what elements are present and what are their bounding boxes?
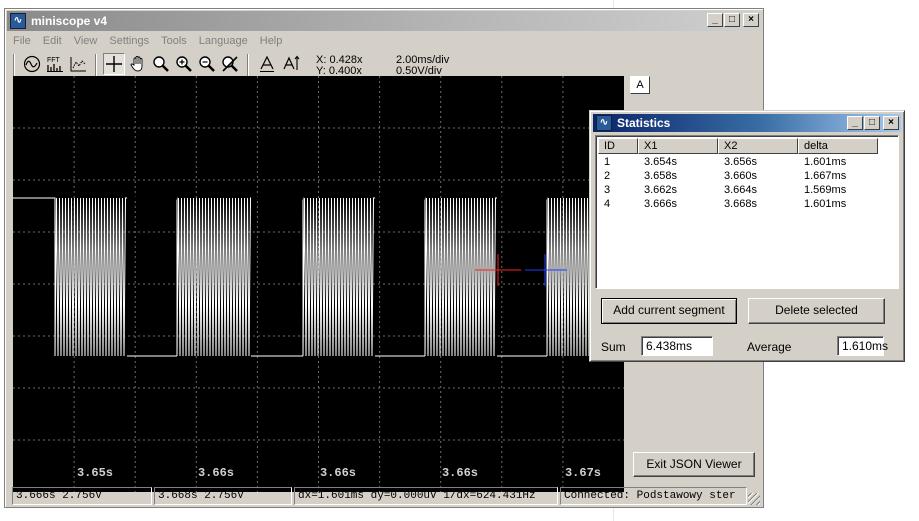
- statistics-title: Statistics: [617, 116, 671, 130]
- menu-file[interactable]: File: [7, 32, 37, 50]
- channel-a-tab[interactable]: A: [630, 76, 650, 94]
- crosshair-cursor-icon[interactable]: [103, 53, 125, 75]
- zoom-in-icon[interactable]: [173, 53, 195, 75]
- time-axis-label: 3.66s: [198, 466, 234, 480]
- time-axis-labels: 3.65s 3.66s 3.66s 3.66s 3.67s: [77, 466, 601, 480]
- list-item[interactable]: 4 3.666s 3.668s 1.601ms: [598, 197, 878, 211]
- sum-label: Sum: [601, 340, 626, 354]
- row-x1: 3.654s: [644, 156, 678, 168]
- add-current-segment-button[interactable]: Add current segment: [601, 298, 737, 324]
- xy-plot-icon[interactable]: [67, 53, 89, 75]
- minimize-button[interactable]: _: [707, 13, 723, 27]
- column-x2[interactable]: X2: [718, 138, 798, 154]
- menu-edit[interactable]: Edit: [37, 32, 68, 50]
- row-delta: 1.601ms: [804, 156, 847, 168]
- column-id[interactable]: ID: [598, 138, 638, 154]
- row-id: 2: [604, 170, 611, 182]
- average-label: Average: [747, 340, 792, 354]
- hand-pan-icon[interactable]: [127, 53, 149, 75]
- statistics-app-icon: ∿: [596, 115, 612, 131]
- menu-settings[interactable]: Settings: [103, 32, 155, 50]
- list-rows: 1 3.654s 3.656s 1.601ms 2 3.658s 3.660s 1.667ms…: [598, 155, 878, 211]
- status-delta: dx=1.601ms dy=0.000uV 1/dx=624.431Hz: [294, 487, 558, 505]
- oscilloscope-icon[interactable]: [21, 53, 43, 75]
- list-item[interactable]: 2 3.658s 3.660s 1.667ms: [598, 169, 878, 183]
- delete-selected-button[interactable]: Delete selected: [748, 298, 885, 324]
- row-id: 4: [604, 198, 611, 210]
- row-x2: 3.664s: [724, 184, 758, 196]
- fft-label: FFT: [47, 57, 61, 64]
- menu-language[interactable]: Language: [193, 32, 254, 50]
- list-item[interactable]: 3 3.662s 3.664s 1.569ms: [598, 183, 878, 197]
- time-axis-label: 3.67s: [565, 466, 601, 480]
- toolbar: FFT X: 0.428x Y: 0.400x 2.00ms/div 0.50V…: [7, 51, 761, 79]
- scope-canvas: 3.65s 3.66s 3.66s 3.66s 3.67s: [13, 76, 624, 492]
- status-cursor2: 3.668s 2.756V: [154, 487, 292, 505]
- statistics-maximize-button[interactable]: □: [864, 116, 880, 130]
- main-title-bar[interactable]: ∿ miniscope v4 _ □ ×: [7, 11, 761, 31]
- statistics-window: ∿ Statistics _ □ × ID X1 X2 delta 1 3.654…: [589, 110, 905, 362]
- scope-display[interactable]: 3.65s 3.66s 3.66s 3.66s 3.67s: [13, 76, 624, 492]
- exit-json-viewer-button[interactable]: Exit JSON Viewer: [633, 452, 755, 477]
- status-cursor1: 3.666s 2.756V: [12, 487, 152, 505]
- toolbar-separator: [95, 54, 97, 76]
- menu-tools[interactable]: Tools: [155, 32, 193, 50]
- column-delta[interactable]: delta: [798, 138, 878, 154]
- column-x1[interactable]: X1: [638, 138, 718, 154]
- segments-list[interactable]: ID X1 X2 delta 1 3.654s 3.656s 1.601ms 2 3.65…: [595, 135, 899, 289]
- row-x2: 3.660s: [724, 170, 758, 182]
- zoom-reset-icon[interactable]: [219, 53, 241, 75]
- menu-view[interactable]: View: [68, 32, 104, 50]
- time-axis-label: 3.66s: [320, 466, 356, 480]
- statistics-title-bar[interactable]: ∿ Statistics _ □ ×: [593, 114, 901, 132]
- time-axis-label: 3.65s: [77, 466, 113, 480]
- app-title: miniscope v4: [31, 14, 108, 28]
- row-delta: 1.667ms: [804, 170, 847, 182]
- status-connection: Connected: Podstawowy ster: [560, 487, 747, 505]
- row-id: 1: [604, 156, 611, 168]
- toolbar-separator: [13, 54, 15, 76]
- zoom-icon[interactable]: [150, 53, 172, 75]
- statistics-close-button[interactable]: ×: [883, 116, 899, 130]
- zoom-out-icon[interactable]: [196, 53, 218, 75]
- row-x1: 3.666s: [644, 198, 678, 210]
- resize-grip[interactable]: [748, 493, 760, 505]
- amplitude-up-icon[interactable]: [280, 53, 302, 75]
- list-header: ID X1 X2 delta: [598, 138, 878, 154]
- fft-icon[interactable]: FFT: [44, 53, 66, 75]
- row-x1: 3.658s: [644, 170, 678, 182]
- row-id: 3: [604, 184, 611, 196]
- row-x1: 3.662s: [644, 184, 678, 196]
- maximize-button[interactable]: □: [724, 13, 740, 27]
- row-delta: 1.569ms: [804, 184, 847, 196]
- amplitude-down-icon[interactable]: [256, 53, 278, 75]
- status-bar: 3.666s 2.756V 3.668s 2.756V dx=1.601ms d…: [7, 487, 761, 506]
- menu-bar: File Edit View Settings Tools Language H…: [7, 32, 761, 50]
- list-item[interactable]: 1 3.654s 3.656s 1.601ms: [598, 155, 878, 169]
- close-button[interactable]: ×: [743, 13, 759, 27]
- statistics-minimize-button[interactable]: _: [847, 116, 863, 130]
- row-x2: 3.656s: [724, 156, 758, 168]
- toolbar-separator: [247, 54, 249, 76]
- app-icon: ∿: [10, 13, 26, 29]
- sum-field[interactable]: 6.438ms: [641, 336, 713, 356]
- average-field[interactable]: 1.610ms: [837, 336, 888, 356]
- row-x2: 3.668s: [724, 198, 758, 210]
- menu-help[interactable]: Help: [254, 32, 289, 50]
- row-delta: 1.601ms: [804, 198, 847, 210]
- time-axis-label: 3.66s: [442, 466, 478, 480]
